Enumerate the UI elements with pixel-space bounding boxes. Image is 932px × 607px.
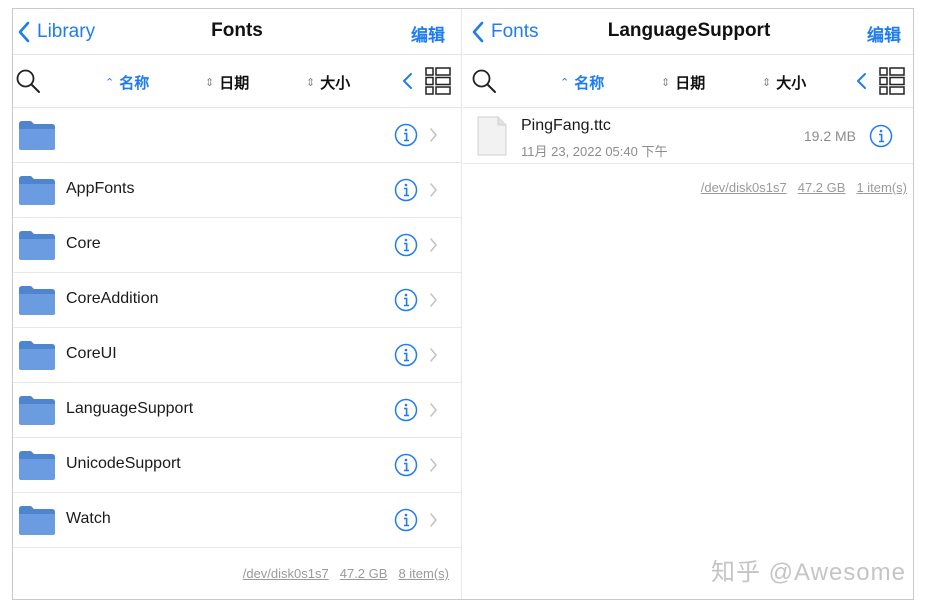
chevron-right-icon bbox=[430, 403, 437, 417]
folder-name: CoreUI bbox=[66, 345, 117, 362]
info-icon[interactable] bbox=[394, 233, 418, 257]
info-icon[interactable] bbox=[394, 178, 418, 202]
folder-row[interactable]: CoreAddition bbox=[13, 273, 461, 328]
sort-toolbar: ⌃ 名称 ⇕ 日期 ⇕ 大小 bbox=[13, 55, 461, 108]
chevron-right-icon bbox=[430, 513, 437, 527]
folder-icon bbox=[19, 341, 55, 370]
sort-toggle-icon: ⇕ bbox=[205, 76, 215, 89]
search-icon[interactable] bbox=[471, 68, 497, 94]
sort-by-name-button[interactable]: ⌃ 名称 bbox=[560, 72, 604, 92]
sort-by-date-button[interactable]: ⇕ 日期 bbox=[205, 72, 249, 92]
sort-by-name-button[interactable]: ⌃ 名称 bbox=[105, 72, 149, 92]
chevron-right-icon bbox=[430, 458, 437, 472]
search-icon[interactable] bbox=[15, 68, 41, 94]
sort-by-size-button[interactable]: ⇕ 大小 bbox=[306, 72, 350, 92]
document-icon bbox=[477, 116, 507, 156]
folder-icon bbox=[19, 286, 55, 315]
volume-path-link[interactable]: /dev/disk0s1s7 bbox=[701, 180, 787, 195]
sort-size-label: 大小 bbox=[320, 74, 351, 92]
chevron-right-icon bbox=[430, 293, 437, 307]
folder-row[interactable]: Core bbox=[13, 218, 461, 273]
item-count-link[interactable]: 8 item(s) bbox=[398, 566, 449, 581]
chevron-left-icon[interactable] bbox=[855, 70, 869, 92]
nav-bar: Fonts LanguageSupport 编辑 bbox=[463, 9, 913, 55]
sort-by-date-button[interactable]: ⇕ 日期 bbox=[661, 72, 705, 92]
nav-bar: Library Fonts 编辑 bbox=[13, 9, 461, 55]
sort-date-label: 日期 bbox=[675, 74, 706, 92]
info-icon[interactable] bbox=[394, 398, 418, 422]
sort-toggle-icon: ⇕ bbox=[762, 76, 772, 89]
folder-icon bbox=[19, 396, 55, 425]
storage-footer: /dev/disk0s1s7 47.2 GB 1 item(s) bbox=[701, 180, 907, 195]
file-size: 19.2 MB bbox=[803, 128, 856, 144]
sort-by-size-button[interactable]: ⇕ 大小 bbox=[762, 72, 806, 92]
sort-date-label: 日期 bbox=[219, 74, 250, 92]
list-view-icon[interactable] bbox=[425, 67, 451, 95]
folder-row[interactable]: Watch bbox=[13, 493, 461, 548]
sort-toggle-icon: ⇕ bbox=[661, 76, 671, 89]
folder-row[interactable]: LanguageSupport bbox=[13, 383, 461, 438]
back-label: Library bbox=[37, 21, 96, 42]
fonts-pane: Library Fonts 编辑 ⌃ 名称 ⇕ 日期 ⇕ 大小 AppFonts… bbox=[13, 9, 462, 599]
back-label: Fonts bbox=[491, 21, 539, 42]
folder-name: AppFonts bbox=[66, 180, 135, 197]
folder-row[interactable]: AppFonts bbox=[13, 163, 461, 218]
volume-path-link[interactable]: /dev/disk0s1s7 bbox=[243, 566, 329, 581]
list-view-icon[interactable] bbox=[879, 67, 905, 95]
folder-icon bbox=[19, 506, 55, 535]
info-icon[interactable] bbox=[394, 288, 418, 312]
chevron-right-icon bbox=[430, 238, 437, 252]
folder-row[interactable] bbox=[13, 108, 461, 163]
capacity-link[interactable]: 47.2 GB bbox=[798, 180, 846, 195]
chevron-right-icon bbox=[430, 128, 437, 142]
sort-ascending-icon: ⌃ bbox=[105, 76, 115, 89]
info-icon[interactable] bbox=[394, 453, 418, 477]
item-count-link[interactable]: 1 item(s) bbox=[856, 180, 907, 195]
folder-name: Core bbox=[66, 235, 101, 252]
file-row[interactable]: PingFang.ttc 11月 23, 2022 05:40 下午 19.2 … bbox=[463, 108, 913, 164]
file-date: 11月 23, 2022 05:40 下午 bbox=[521, 144, 668, 159]
chevron-left-icon bbox=[18, 21, 30, 43]
folder-row[interactable]: CoreUI bbox=[13, 328, 461, 383]
folder-name: Watch bbox=[66, 510, 111, 527]
chevron-left-icon bbox=[472, 21, 484, 43]
file-name: PingFang.ttc bbox=[521, 117, 611, 134]
folder-row[interactable]: UnicodeSupport bbox=[13, 438, 461, 493]
chevron-right-icon bbox=[430, 348, 437, 362]
folder-name: LanguageSupport bbox=[66, 400, 194, 417]
sort-ascending-icon: ⌃ bbox=[560, 76, 570, 89]
sort-size-label: 大小 bbox=[776, 74, 807, 92]
folder-list: AppFonts Core CoreAddition CoreUI LanguageSu… bbox=[13, 108, 461, 548]
info-icon[interactable] bbox=[869, 124, 893, 148]
folder-icon bbox=[19, 231, 55, 260]
edit-button[interactable]: 编辑 bbox=[411, 21, 445, 46]
sort-name-label: 名称 bbox=[119, 74, 150, 92]
sort-name-label: 名称 bbox=[574, 74, 605, 92]
sort-toggle-icon: ⇕ bbox=[306, 76, 316, 89]
info-icon[interactable] bbox=[394, 508, 418, 532]
folder-icon bbox=[19, 121, 55, 150]
folder-icon bbox=[19, 176, 55, 205]
capacity-link[interactable]: 47.2 GB bbox=[340, 566, 388, 581]
languagesupport-pane: Fonts LanguageSupport 编辑 ⌃ 名称 ⇕ 日期 ⇕ 大小 bbox=[463, 9, 913, 599]
info-icon[interactable] bbox=[394, 123, 418, 147]
folder-name: CoreAddition bbox=[66, 290, 159, 307]
sort-toolbar: ⌃ 名称 ⇕ 日期 ⇕ 大小 bbox=[463, 55, 913, 108]
file-browser-window: Library Fonts 编辑 ⌃ 名称 ⇕ 日期 ⇕ 大小 AppFonts… bbox=[12, 8, 914, 600]
folder-name: UnicodeSupport bbox=[66, 455, 181, 472]
back-button[interactable]: Library bbox=[17, 19, 95, 45]
chevron-right-icon bbox=[430, 183, 437, 197]
back-button[interactable]: Fonts bbox=[471, 19, 539, 45]
info-icon[interactable] bbox=[394, 343, 418, 367]
storage-footer: /dev/disk0s1s7 47.2 GB 8 item(s) bbox=[243, 566, 449, 581]
edit-button[interactable]: 编辑 bbox=[867, 21, 901, 46]
chevron-left-icon[interactable] bbox=[401, 70, 415, 92]
folder-icon bbox=[19, 451, 55, 480]
